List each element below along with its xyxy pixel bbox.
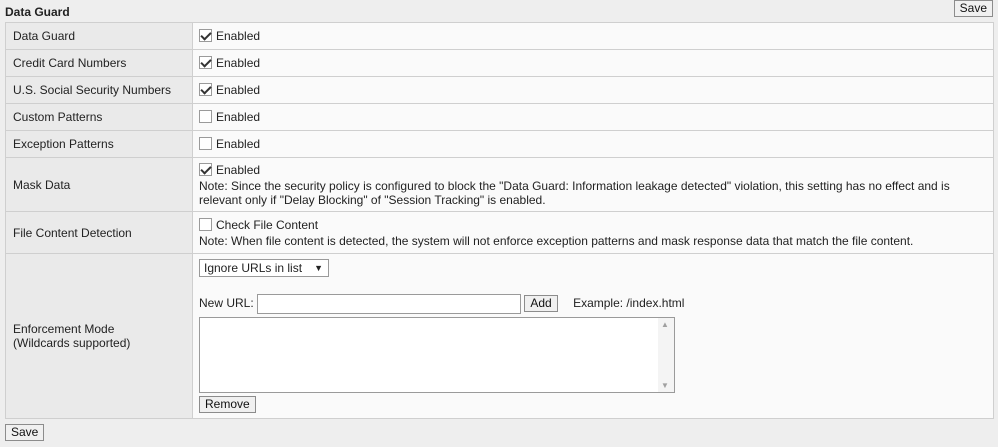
scroll-down-icon[interactable]: ▼ (661, 381, 669, 390)
credit-cards-option: Enabled (216, 55, 261, 70)
credit-cards-label: Credit Card Numbers (5, 49, 193, 77)
page-footer: Save (5, 424, 45, 441)
row-credit-cards: Credit Card Numbers Enabled (5, 49, 994, 77)
mask-data-label: Mask Data (5, 157, 193, 212)
enforcement-select[interactable]: Ignore URLs in list ▼ (199, 259, 329, 277)
ssn-option: Enabled (216, 82, 261, 97)
data-guard-checkbox[interactable] (199, 28, 212, 42)
ssn-label: U.S. Social Security Numbers (5, 76, 193, 104)
data-guard-label: Data Guard (5, 22, 193, 50)
exception-patterns-label: Exception Patterns (5, 130, 193, 158)
ssn-checkbox[interactable] (199, 82, 212, 96)
remove-url-button[interactable]: Remove (199, 396, 256, 413)
row-mask-data: Mask Data Enabled Note: Since the securi… (5, 157, 994, 212)
custom-patterns-option: Enabled (216, 109, 261, 124)
custom-patterns-label: Custom Patterns (5, 103, 193, 131)
file-content-value: Check File Content Note: When file conte… (192, 211, 994, 254)
scroll-up-icon[interactable]: ▲ (661, 320, 669, 329)
new-url-row: New URL: Add Example: /index.html (199, 293, 987, 315)
data-guard-value: Enabled (192, 22, 994, 50)
ssn-value: Enabled (192, 76, 994, 104)
new-url-label: New URL: (199, 296, 254, 310)
exception-patterns-checkbox[interactable] (199, 136, 212, 150)
mask-data-checkbox[interactable] (199, 163, 212, 176)
file-content-checkbox[interactable] (199, 218, 212, 231)
row-data-guard: Data Guard Enabled (5, 22, 994, 50)
url-listbox[interactable]: ▲ ▼ (199, 317, 675, 393)
enforcement-sublabel: (Wildcards supported) (13, 336, 131, 350)
file-content-option: Check File Content (216, 218, 319, 232)
row-custom-patterns: Custom Patterns Enabled (5, 103, 994, 131)
credit-cards-value: Enabled (192, 49, 994, 77)
enforcement-select-value: Ignore URLs in list (204, 261, 303, 275)
credit-cards-checkbox[interactable] (199, 55, 212, 69)
chevron-down-icon: ▼ (314, 263, 323, 273)
new-url-input[interactable] (257, 293, 522, 314)
custom-patterns-checkbox[interactable] (199, 109, 212, 123)
page-title: Data Guard (5, 5, 70, 19)
file-content-label: File Content Detection (5, 211, 193, 254)
row-file-content: File Content Detection Check File Conten… (5, 211, 994, 254)
mask-data-option: Enabled (216, 163, 261, 177)
mask-data-note: Note: Since the security policy is confi… (199, 179, 950, 207)
exception-patterns-value: Enabled (192, 130, 994, 158)
custom-patterns-value: Enabled (192, 103, 994, 131)
row-ssn: U.S. Social Security Numbers Enabled (5, 76, 994, 104)
data-guard-option: Enabled (216, 28, 261, 43)
enforcement-value: Ignore URLs in list ▼ New URL: Add Examp… (192, 253, 994, 419)
enforcement-label: Enforcement Mode (13, 322, 115, 336)
settings-table: Data Guard Enabled Credit Card Numbers E… (5, 22, 994, 419)
enforcement-label-cell: Enforcement Mode (Wildcards supported) (5, 253, 193, 419)
page-header: Data Guard Save (0, 0, 998, 20)
row-enforcement: Enforcement Mode (Wildcards supported) I… (5, 253, 994, 419)
url-example: Example: /index.html (573, 296, 685, 310)
save-button-bottom[interactable]: Save (5, 424, 45, 441)
save-button-top[interactable]: Save (953, 0, 993, 17)
exception-patterns-option: Enabled (216, 136, 261, 151)
listbox-scrollbar[interactable]: ▲ ▼ (658, 318, 674, 392)
mask-data-value: Enabled Note: Since the security policy … (192, 157, 994, 212)
add-url-button[interactable]: Add (524, 295, 558, 312)
file-content-note: Note: When file content is detected, the… (199, 234, 914, 248)
row-exception-patterns: Exception Patterns Enabled (5, 130, 994, 158)
